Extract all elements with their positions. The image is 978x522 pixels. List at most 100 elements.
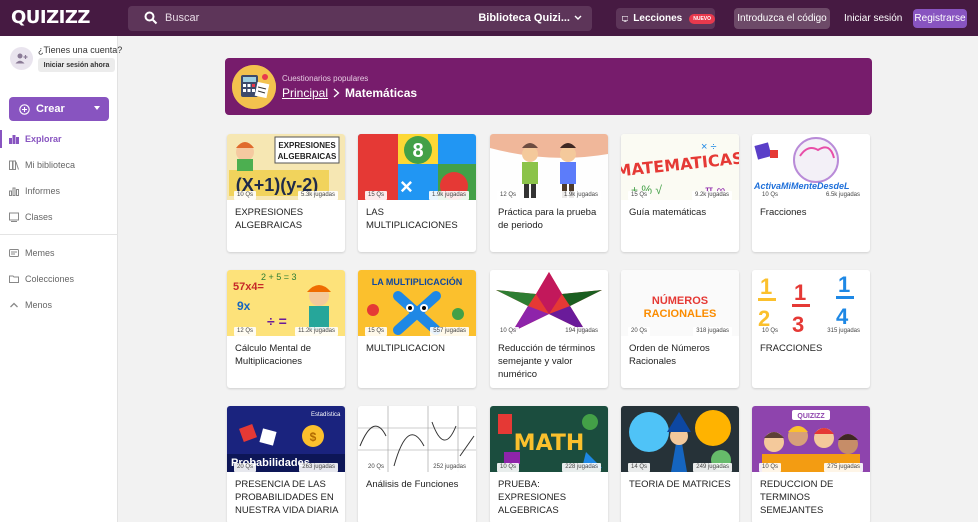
folder-icon <box>9 275 19 283</box>
quiz-title[interactable]: REDUCCION DE TERMINOS SEMEJANTES <box>760 478 864 517</box>
svg-text:LA MULTIPLICACIÓN: LA MULTIPLICACIÓN <box>372 276 463 287</box>
sidebar-item-clases[interactable]: Clases <box>0 208 118 226</box>
svg-text:9x: 9x <box>237 299 251 313</box>
sidebar: ¿Tienes una cuenta? Iniciar sesión ahora… <box>0 36 122 522</box>
library-select-label: Biblioteca Quizi... <box>478 12 570 24</box>
sidebar-item-mi-biblioteca[interactable]: Mi biblioteca <box>0 156 118 174</box>
quiz-title[interactable]: PRUEBA: EXPRESIONES ALGEBRICAS <box>498 478 602 517</box>
explore-icon <box>9 135 19 144</box>
play-count: 318 jugadas <box>693 327 732 336</box>
svg-text:÷ =: ÷ = <box>267 313 287 329</box>
question-count: 10 Qs <box>759 191 782 200</box>
login-now-button[interactable]: Iniciar sesión ahora <box>38 58 115 72</box>
sidebar-item-label: Informes <box>25 186 61 196</box>
quiz-card[interactable]: NÚMEROS RACIONALES 20 Qs 318 jugadas Orden d… <box>621 270 739 388</box>
quiz-card[interactable]: QUIZIZZ 10 Qs 275 jugadas REDUCCION DE TERM… <box>752 406 870 522</box>
lessons-button[interactable]: Lecciones NUEVO <box>616 8 715 29</box>
chevron-right-icon <box>333 88 340 98</box>
question-count: 12 Qs <box>234 327 257 336</box>
quiz-card[interactable]: EXPRESIONES ALGEBRAICAS (X+1)(y-2) 10 Qs 5.3… <box>227 134 345 252</box>
play-count: 275 jugadas <box>824 463 863 472</box>
play-count: 252 jugadas <box>430 463 469 472</box>
quiz-title[interactable]: Cálculo Mental de Multiplicaciones <box>235 342 339 368</box>
sidebar-item-label: Mi biblioteca <box>25 160 76 170</box>
svg-text:RACIONALES: RACIONALES <box>644 308 717 320</box>
quiz-card[interactable]: 10 Qs 194 jugadas Reducción de términos se… <box>490 270 608 388</box>
question-count: 20 Qs <box>234 463 257 472</box>
quiz-card[interactable]: LA MULTIPLICACIÓN 15 Qs 557 jugadas MULTIPL… <box>358 270 476 388</box>
register-button[interactable]: Registrarse <box>913 9 967 28</box>
math-category-icon <box>232 65 276 109</box>
svg-text:$: $ <box>310 430 317 444</box>
quiz-title[interactable]: TEORIA DE MATRICES <box>629 478 733 491</box>
page-title: Matemáticas <box>345 86 418 100</box>
quiz-title[interactable]: Análisis de Funciones <box>366 478 470 491</box>
quiz-title[interactable]: Práctica para la prueba de periodo <box>498 206 602 232</box>
sidebar-item-memes[interactable]: Memes <box>0 244 118 262</box>
quiz-card[interactable]: Estadística $ Probabilidades 20 Qs 263 jugad… <box>227 406 345 522</box>
classes-icon <box>9 212 19 222</box>
sidebar-item-colecciones[interactable]: Colecciones <box>0 270 118 288</box>
login-link[interactable]: Iniciar sesión <box>844 13 902 24</box>
breadcrumb: Principal Matemáticas <box>282 86 417 100</box>
new-badge: NUEVO <box>689 13 715 24</box>
sidebar-item-explorar[interactable]: Explorar <box>0 130 118 148</box>
svg-text:EXPRESIONES: EXPRESIONES <box>278 141 336 150</box>
quiz-card[interactable]: 12 Qs 1.9k jugadas Práctica para la prueba… <box>490 134 608 252</box>
question-count: 10 Qs <box>759 327 782 336</box>
search-icon <box>144 11 158 25</box>
quiz-card[interactable]: 20 Qs 252 jugadas Análisis de Funciones <box>358 406 476 522</box>
svg-text:×: × <box>400 174 413 199</box>
play-count: 6.5k jugadas <box>822 191 863 200</box>
lessons-label: Lecciones <box>633 13 683 24</box>
sidebar-item-label: Colecciones <box>25 274 75 284</box>
search-bar[interactable]: Buscar Biblioteca Quizi... <box>128 6 592 31</box>
svg-text:57x4=: 57x4= <box>233 281 264 293</box>
sidebar-item-menos[interactable]: Menos <box>0 296 118 314</box>
svg-text:NÚMEROS: NÚMEROS <box>652 294 708 307</box>
library-select[interactable]: Biblioteca Quizi... <box>478 12 582 24</box>
svg-text:1: 1 <box>794 280 806 305</box>
quiz-card[interactable]: 1 2 1 3 1 4 10 Qs 315 jugadas FRACCIONES <box>752 270 870 388</box>
svg-text:QUIZIZZ: QUIZIZZ <box>797 413 825 420</box>
category-banner: Cuestionarios populares Principal Matemá… <box>225 58 872 115</box>
caret-down-icon <box>94 106 100 110</box>
chevron-up-icon <box>10 302 18 308</box>
quiz-title[interactable]: EXPRESIONES ALGEBRAICAS <box>235 206 339 232</box>
quiz-card[interactable]: MATH 10 Qs 228 jugadas PRUEBA: EXPRESIONES … <box>490 406 608 522</box>
quiz-title[interactable]: Reducción de términos semejante y valor … <box>498 342 602 381</box>
create-button[interactable]: Crear <box>9 97 109 121</box>
quiz-title[interactable]: Guía matemáticas <box>629 206 733 219</box>
question-count: 15 Qs <box>628 191 651 200</box>
quiz-card[interactable]: 14 Qs 249 jugadas TEORIA DE MATRICES <box>621 406 739 522</box>
question-count: 20 Qs <box>365 463 388 472</box>
quiz-title[interactable]: MULTIPLICACION <box>366 342 470 355</box>
question-count: 20 Qs <box>628 327 651 336</box>
quiz-title[interactable]: Fracciones <box>760 206 864 219</box>
quiz-card[interactable]: ActivaMiMenteDesdeL 10 Qs 6.5k jugadas Frac… <box>752 134 870 252</box>
breadcrumb-principal[interactable]: Principal <box>282 86 328 100</box>
svg-text:× ÷: × ÷ <box>701 141 717 153</box>
svg-text:MATH: MATH <box>514 431 585 456</box>
sidebar-item-label: Clases <box>25 212 53 222</box>
sidebar-item-label: Menos <box>25 300 53 310</box>
play-count: 557 jugadas <box>430 327 469 336</box>
reports-icon <box>9 187 19 196</box>
banner-subtitle: Cuestionarios populares <box>282 74 369 83</box>
quiz-title[interactable]: Orden de Números Racionales <box>629 342 733 368</box>
quiz-title[interactable]: FRACCIONES <box>760 342 864 355</box>
svg-text:1: 1 <box>838 272 850 297</box>
quizizz-logo[interactable]: QUIZIZZ <box>11 7 90 28</box>
quiz-title[interactable]: PRESENCIA DE LAS PROBABILIDADES EN NUEST… <box>235 478 339 517</box>
quiz-card[interactable]: 8 × 15 Qs 1.9k jugadas LAS MULTIPLICACIONES <box>358 134 476 252</box>
quiz-card[interactable]: 57x4= 9x 2 + 5 = 3 ÷ = 12 Qs 11.2k jugadas Cál… <box>227 270 345 388</box>
quiz-card[interactable]: MATEMATICAS + % √ × ÷ π ∞ 15 Qs 9.2k jugadas G… <box>621 134 739 252</box>
question-count: 12 Qs <box>497 191 520 200</box>
create-label: Crear <box>36 103 65 115</box>
enter-code-button[interactable]: Introduzca el código <box>734 8 830 29</box>
search-input[interactable]: Buscar <box>165 12 199 24</box>
question-count: 14 Qs <box>628 463 651 472</box>
quiz-title[interactable]: LAS MULTIPLICACIONES <box>366 206 470 232</box>
monitor-icon <box>622 15 629 22</box>
sidebar-item-informes[interactable]: Informes <box>0 182 118 200</box>
